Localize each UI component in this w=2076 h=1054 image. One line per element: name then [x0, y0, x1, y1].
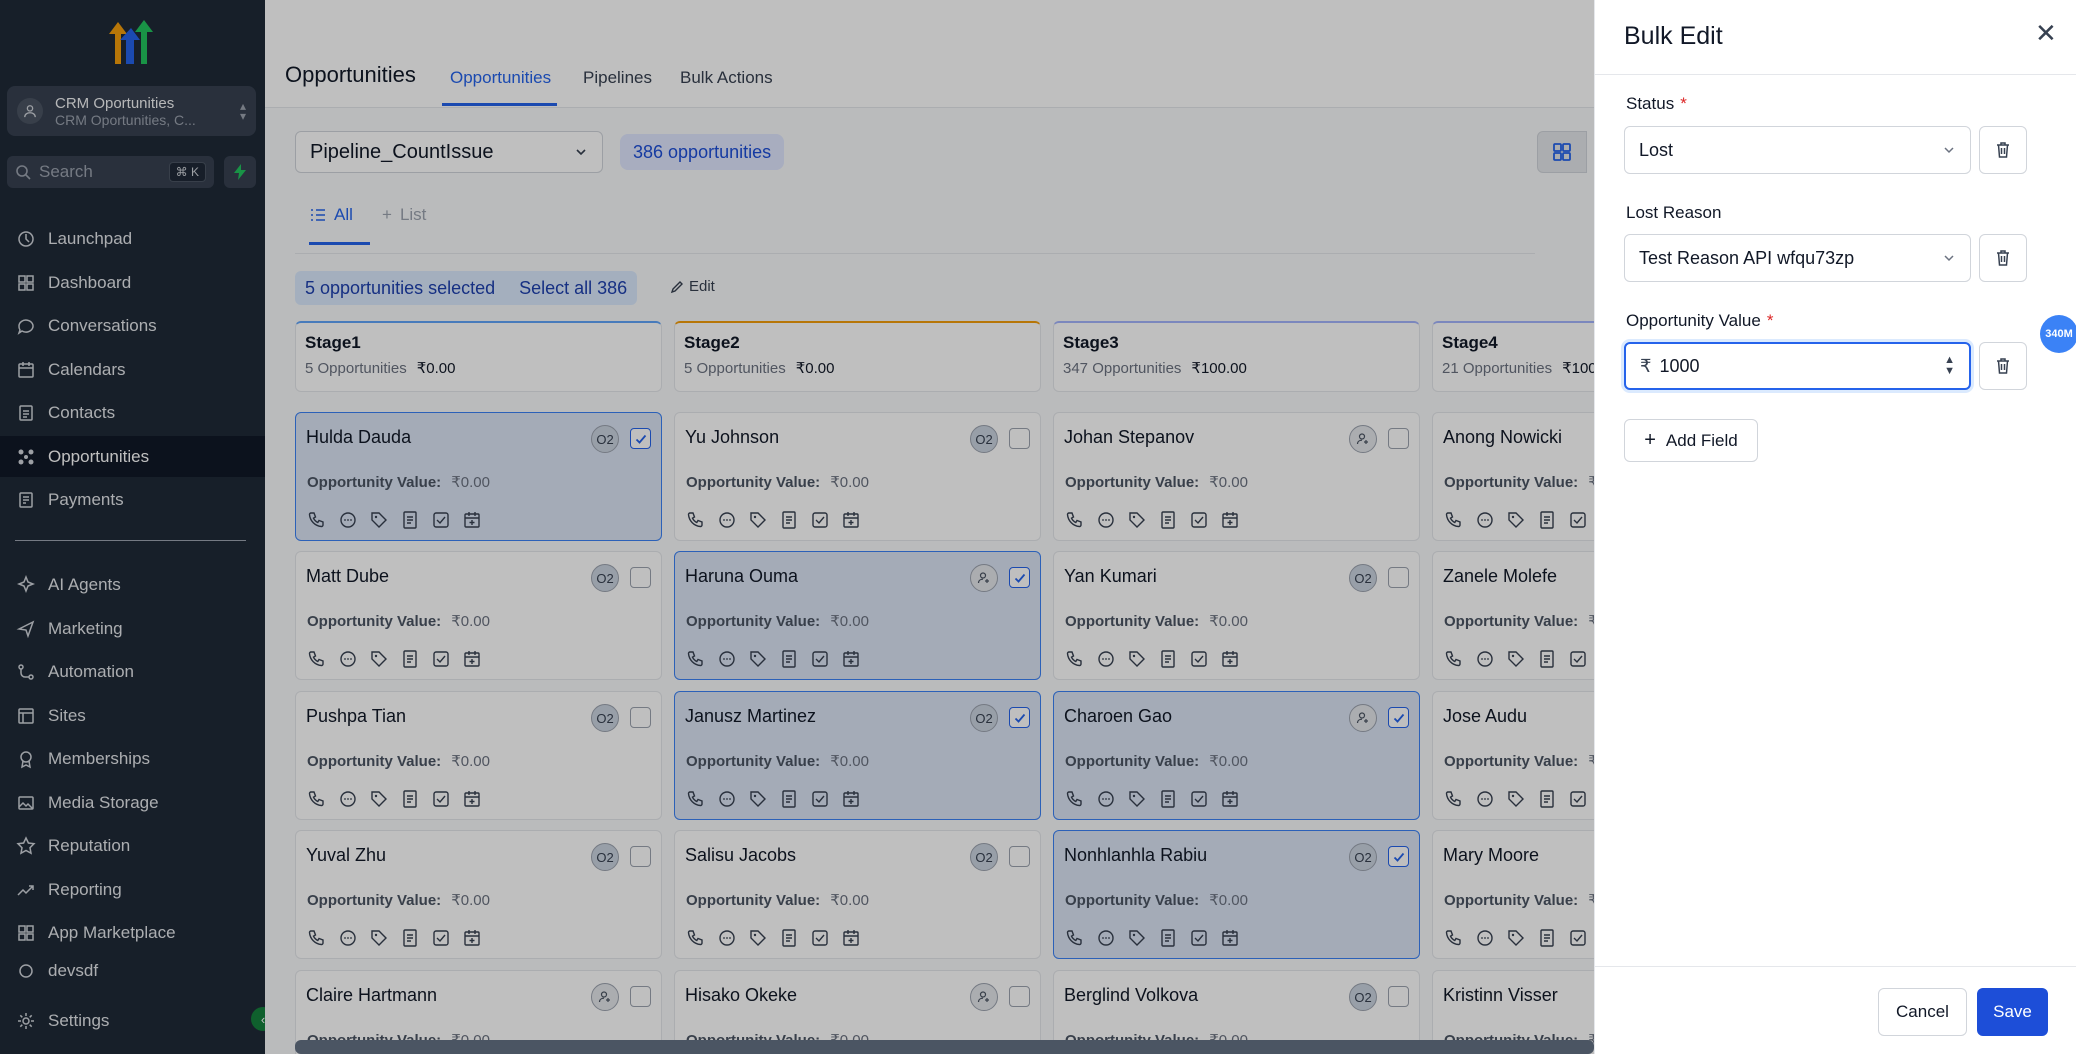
currency-symbol: ₹ [1640, 355, 1652, 376]
trash-icon [1997, 358, 2009, 374]
save-button[interactable]: Save [1977, 988, 2048, 1036]
lost-reason-select[interactable]: Test Reason API wfqu73zp [1624, 234, 1971, 282]
delete-status-field-button[interactable] [1979, 126, 2027, 174]
status-label: Status * [1626, 94, 1687, 114]
lost-reason-label: Lost Reason [1626, 203, 1722, 222]
add-field-label: Add Field [1665, 430, 1738, 450]
close-button[interactable]: ✕ [2035, 18, 2057, 49]
trash-icon [1997, 142, 2009, 158]
chevron-down-icon [1944, 147, 1954, 154]
bulk-edit-drawer: Bulk Edit ✕ Status * Lost Lost Reason Tes… [1594, 0, 2076, 1054]
opportunity-value-label: Opportunity Value * [1626, 311, 1773, 331]
cancel-button[interactable]: Cancel [1878, 988, 1967, 1036]
delete-opportunity-value-field-button[interactable] [1979, 342, 2027, 390]
modal-backdrop[interactable] [0, 0, 1594, 1054]
memory-usage-badge: 340M [2040, 315, 2076, 353]
plus-icon: + [1644, 429, 1656, 451]
horizontal-scrollbar[interactable] [295, 1040, 1594, 1054]
status-select-value: Lost [1639, 139, 1674, 160]
status-select[interactable]: Lost [1624, 126, 1971, 174]
trash-icon [1997, 250, 2009, 266]
opportunity-value-text: 1000 [1659, 355, 1700, 376]
required-marker: * [1680, 94, 1687, 113]
add-field-button[interactable]: + Add Field [1624, 419, 1758, 462]
drawer-header: Bulk Edit ✕ [1595, 0, 2076, 75]
lost-reason-value: Test Reason API wfqu73zp [1639, 247, 1855, 268]
drawer-title: Bulk Edit [1624, 22, 1723, 50]
number-stepper-icon[interactable]: ▲ ▼ [1944, 355, 1955, 377]
delete-lost-reason-field-button[interactable] [1979, 234, 2027, 282]
close-icon: ✕ [2035, 18, 2057, 48]
status-label-text: Status [1626, 94, 1675, 113]
chevron-down-icon [1944, 255, 1954, 262]
opportunity-value-input[interactable]: ₹ 1000 ▲ ▼ [1624, 342, 1971, 390]
required-marker: * [1766, 311, 1774, 330]
opportunity-value-label-text: Opportunity Value [1626, 311, 1761, 330]
